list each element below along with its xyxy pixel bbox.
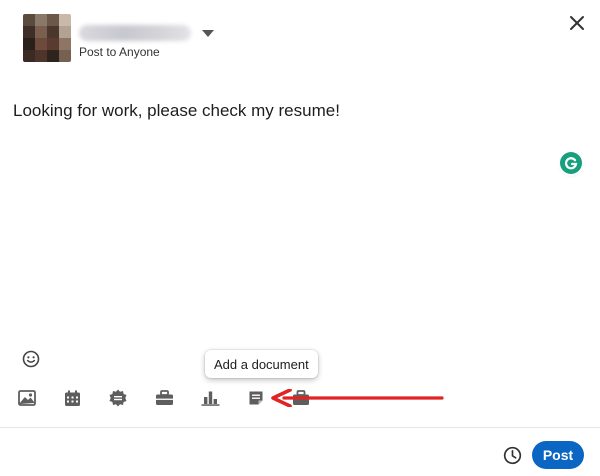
poll-icon xyxy=(201,391,219,406)
post-editor-text[interactable]: Looking for work, please check my resume… xyxy=(13,101,340,121)
post-visibility-label[interactable]: Post to Anyone xyxy=(79,45,160,59)
create-event-button[interactable] xyxy=(61,387,83,409)
emoji-icon xyxy=(22,350,40,368)
close-button[interactable] xyxy=(562,8,592,38)
hiring-button[interactable] xyxy=(153,387,175,409)
emoji-button[interactable] xyxy=(20,348,42,370)
celebrate-icon xyxy=(109,389,127,407)
post-button[interactable]: Post xyxy=(532,441,584,469)
add-media-button[interactable] xyxy=(16,387,38,409)
share-post-modal: Post to Anyone Looking for work, please … xyxy=(0,0,600,476)
briefcase-icon xyxy=(155,390,173,405)
avatar xyxy=(23,14,71,62)
annotation-arrow xyxy=(271,389,444,407)
add-document-button[interactable] xyxy=(245,387,267,409)
grammarly-icon[interactable] xyxy=(560,152,582,174)
calendar-event-icon xyxy=(64,390,80,406)
celebrate-occasion-button[interactable] xyxy=(107,387,129,409)
footer-divider xyxy=(0,427,600,428)
document-icon xyxy=(249,391,263,405)
clock-icon xyxy=(503,446,521,464)
close-icon xyxy=(570,16,584,30)
create-poll-button[interactable] xyxy=(199,387,221,409)
image-icon xyxy=(18,390,36,406)
tooltip-add-document: Add a document xyxy=(205,350,318,378)
author-name-blurred[interactable] xyxy=(79,25,191,41)
chevron-down-icon[interactable] xyxy=(202,30,214,37)
schedule-post-button[interactable] xyxy=(501,444,523,466)
